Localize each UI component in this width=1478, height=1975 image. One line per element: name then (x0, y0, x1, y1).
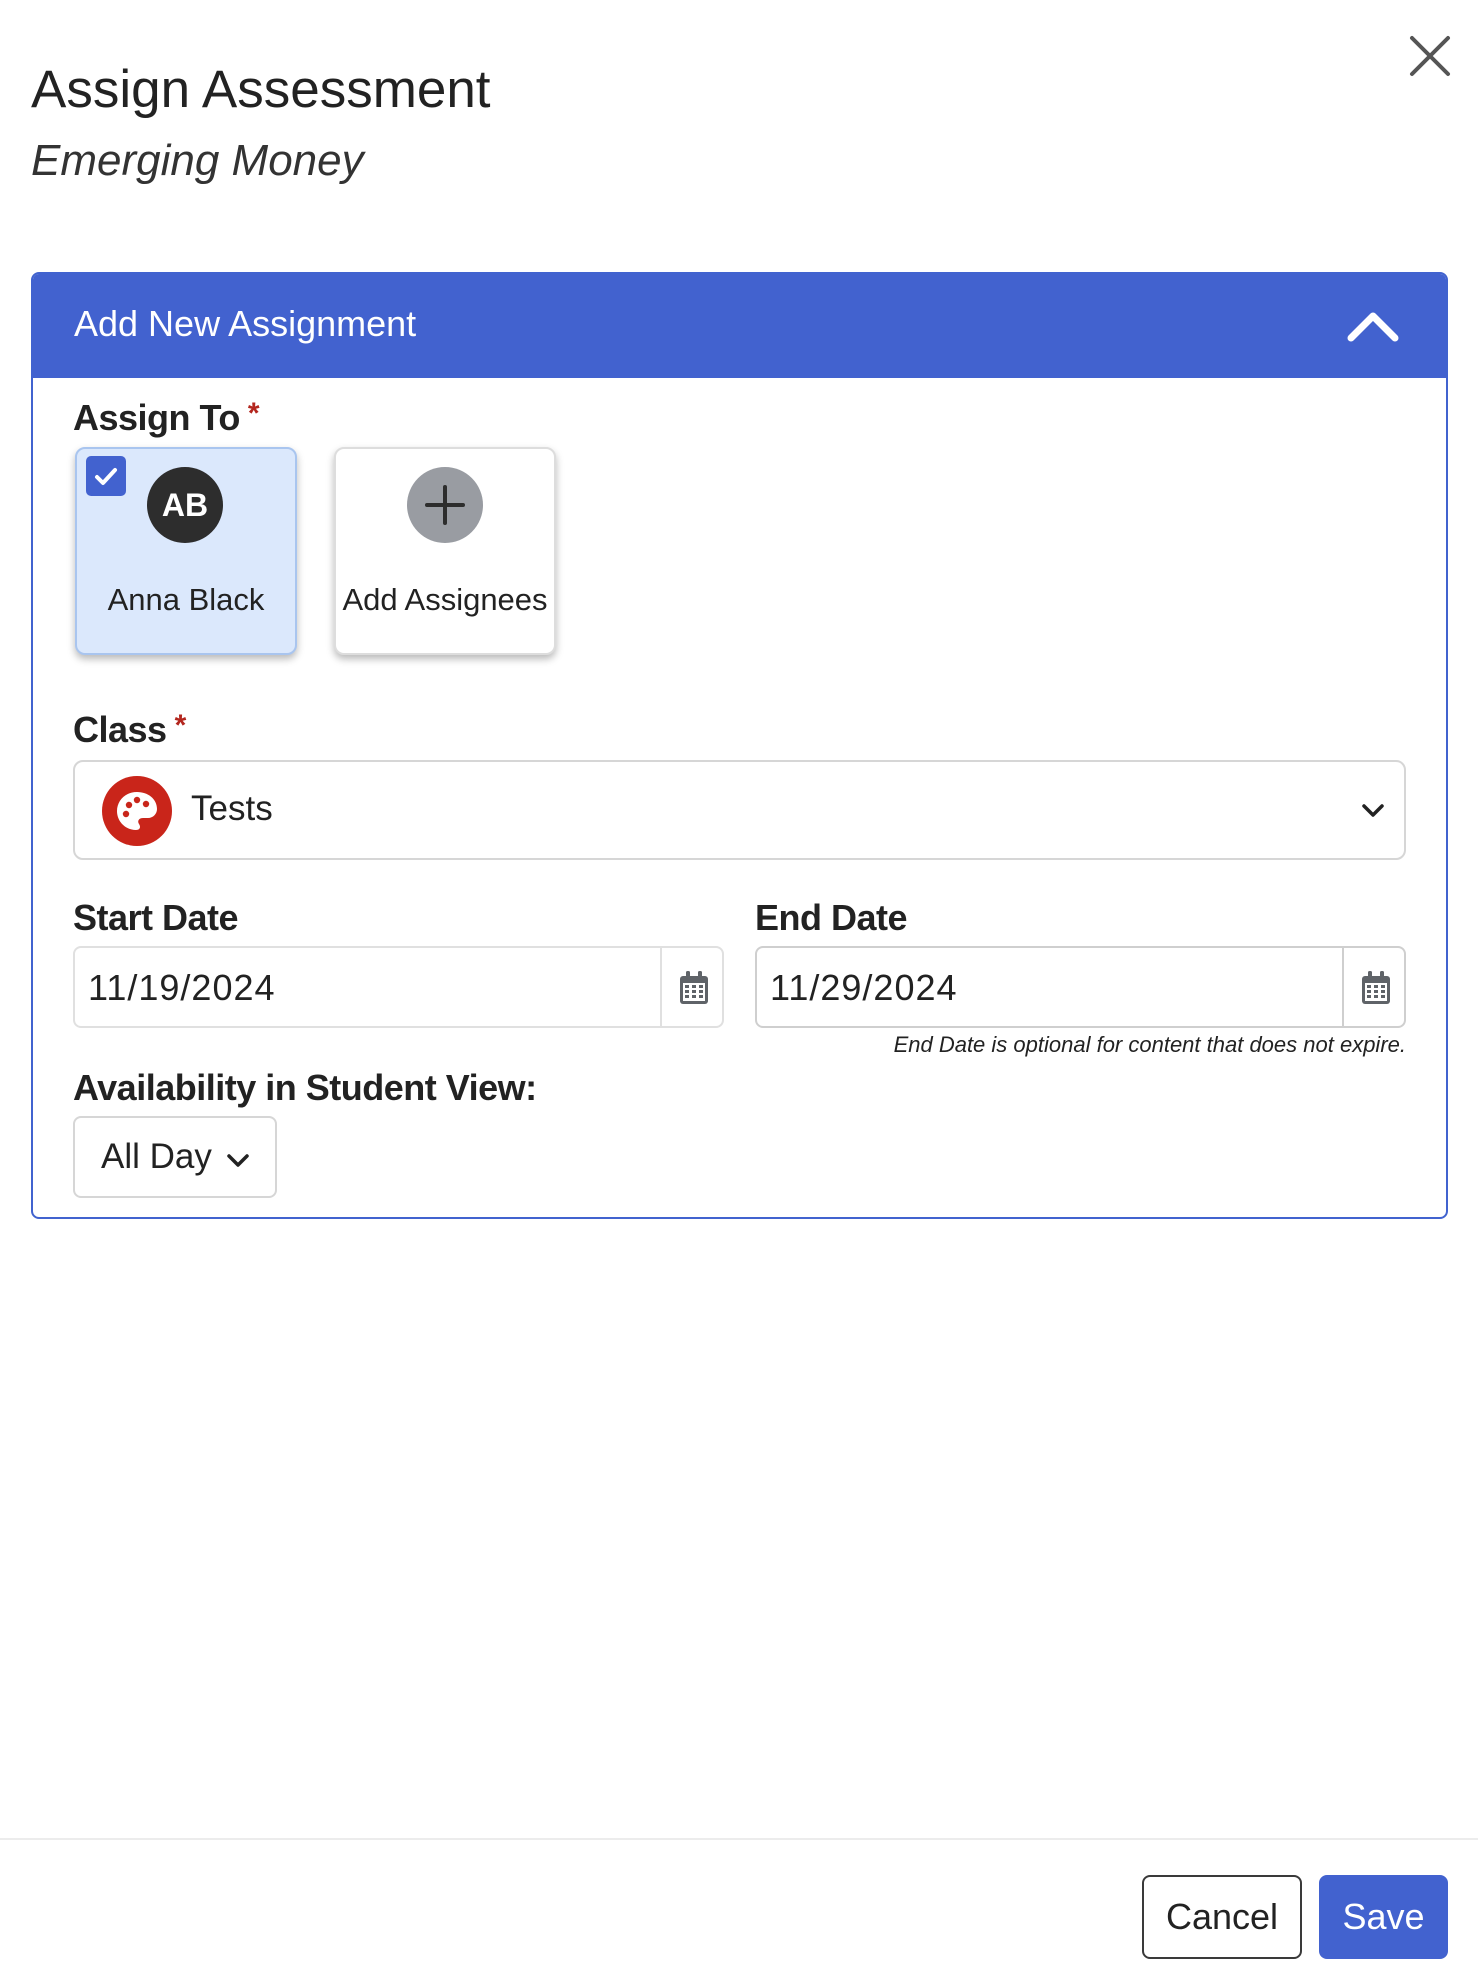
cancel-button[interactable]: Cancel (1142, 1875, 1302, 1959)
assignee-name: Anna Black (107, 582, 265, 617)
palette-icon (102, 776, 172, 846)
dialog-title: Assign Assessment (31, 60, 491, 119)
start-date-calendar-button[interactable] (660, 948, 724, 1026)
availability-label: Availability in Student View: (73, 1067, 537, 1108)
checkmark-icon (95, 468, 117, 485)
panel-header[interactable]: Add New Assignment (33, 274, 1446, 378)
end-date-label: End Date (755, 897, 908, 938)
end-date-calendar-button[interactable] (1342, 948, 1406, 1026)
end-date-hint: End Date is optional for content that do… (893, 1032, 1406, 1057)
collapse-button[interactable] (1343, 298, 1403, 354)
assign-to-label-text: Assign To (73, 397, 240, 438)
availability-value: All Day (101, 1137, 212, 1176)
chevron-up-icon (1347, 312, 1399, 342)
class-select[interactable]: Tests (73, 760, 1406, 860)
end-date-value: 11/29/2024 (770, 967, 958, 1008)
add-assignees-card[interactable]: Add Assignees (334, 447, 556, 655)
start-date-value: 11/19/2024 (88, 967, 276, 1008)
start-date-field[interactable]: 11/19/2024 (73, 946, 724, 1028)
calendar-icon (680, 971, 708, 1004)
class-select-value: Tests (191, 789, 273, 828)
close-icon (1410, 36, 1450, 76)
chevron-down-icon (1362, 804, 1384, 817)
required-mark: * (174, 709, 187, 742)
calendar-icon (1362, 971, 1390, 1004)
add-assignees-label: Add Assignees (342, 582, 548, 617)
close-button[interactable] (1404, 30, 1456, 82)
chevron-down-icon (227, 1154, 249, 1167)
required-mark: * (247, 397, 260, 430)
dialog-subtitle: Emerging Money (31, 136, 364, 185)
class-label: Class * (73, 708, 186, 751)
footer-divider (0, 1838, 1478, 1840)
save-button[interactable]: Save (1319, 1875, 1448, 1959)
panel-title: Add New Assignment (74, 303, 417, 344)
assign-to-label: Assign To * (73, 396, 260, 439)
add-assignment-panel: Add New Assignment Assign To * AB Anna Bl… (31, 272, 1448, 1219)
availability-select[interactable]: All Day (73, 1116, 277, 1198)
assignee-checkbox[interactable] (86, 456, 126, 496)
add-icon (407, 467, 483, 543)
start-date-label: Start Date (73, 897, 239, 938)
assignee-card-anna-black[interactable]: AB Anna Black (75, 447, 297, 655)
avatar: AB (147, 467, 223, 543)
end-date-field[interactable]: 11/29/2024 (755, 946, 1406, 1028)
class-label-text: Class (73, 709, 167, 750)
